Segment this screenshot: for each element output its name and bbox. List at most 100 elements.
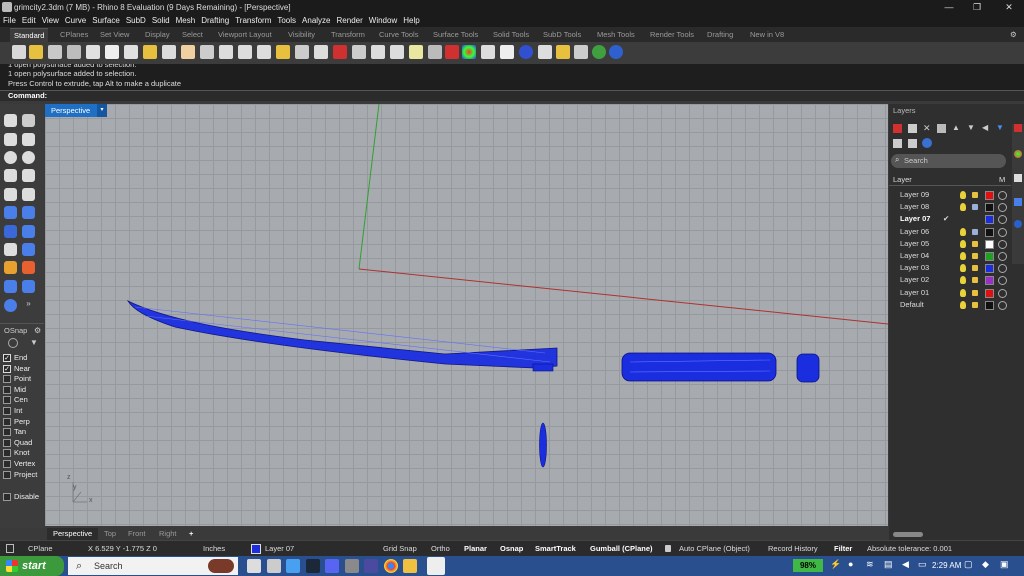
material-icon[interactable] [998,215,1007,225]
undo-icon[interactable] [162,45,176,59]
osnap-toggle-icon[interactable] [8,338,18,348]
layer-name[interactable]: Layer 06 [900,226,929,238]
zoom-icon[interactable] [219,45,233,59]
layer-name[interactable]: Layer 02 [900,274,929,286]
extrude-icon[interactable] [22,206,35,219]
tab-visibility[interactable]: Visibility [288,28,315,42]
auto-cplane-toggle[interactable]: Auto CPlane (Object) [679,543,750,555]
select-arrow-icon[interactable] [4,114,17,127]
lock-icon[interactable] [665,545,671,552]
light-bulb-icon[interactable] [960,264,966,273]
menu-surface[interactable]: Surface [89,15,123,27]
paste-icon[interactable] [143,45,157,59]
solid-icon[interactable] [22,225,35,238]
chrome-icon[interactable] [384,559,398,573]
chevron-down-icon[interactable]: ▾ [97,104,107,117]
units[interactable]: Inches [203,543,225,555]
properties-icon[interactable] [574,45,588,59]
cplane-status[interactable]: CPlane [28,543,53,555]
layer-name[interactable]: Layer 08 [900,201,929,213]
material-icon[interactable] [998,252,1007,261]
record-history-toggle[interactable]: Record History [768,543,818,555]
layer-row[interactable]: Layer 09 [891,189,1011,201]
panel-toggle-icon[interactable] [6,544,14,553]
filter-toggle[interactable]: Filter [834,543,852,555]
layer-search-input[interactable]: ⌕ Search [891,154,1006,168]
duplicate-layer-icon[interactable] [937,124,946,133]
array-icon[interactable] [22,280,35,293]
discord-alt-icon[interactable] [364,559,378,573]
panel-scrollbar[interactable] [893,532,923,537]
polyline-icon[interactable] [4,133,17,146]
layer-color-swatch[interactable] [985,191,994,200]
osnap-item-mid[interactable]: Mid [3,385,26,395]
gumball-toggle[interactable]: Gumball (CPlane) [590,543,653,555]
car-icon[interactable] [333,45,347,59]
tab-top[interactable]: Top [104,528,116,540]
material-icon[interactable] [998,191,1007,200]
tab-transform[interactable]: Transform [331,28,365,42]
material-icon[interactable] [998,276,1007,286]
checkbox[interactable] [3,438,11,447]
filter-icon[interactable]: ▼ [30,338,38,347]
current-layer-swatch[interactable] [251,544,261,554]
pan-hand-icon[interactable] [181,45,195,59]
tab-render-tools[interactable]: Render Tools [650,28,694,42]
close-button[interactable]: ✕ [994,0,1024,15]
folder-icon[interactable] [403,559,417,573]
minimize-button[interactable]: — [934,0,964,15]
osnap-disable[interactable]: Disable [3,492,39,502]
tab-perspective[interactable]: Perspective [47,528,99,540]
layer-name[interactable]: Layer 03 [900,262,929,274]
osnap-item-tan[interactable]: Tan [3,427,26,437]
menu-curve[interactable]: Curve [62,15,89,27]
help-icon[interactable] [609,45,623,59]
delete-layer-icon[interactable]: ✕ [923,123,931,134]
menu-window[interactable]: Window [366,15,400,27]
menu-tools[interactable]: Tools [274,15,299,27]
lock-icon[interactable] [972,204,978,211]
checkbox[interactable] [3,470,11,479]
layer-row[interactable]: Layer 06 [891,226,1011,238]
copy-icon[interactable] [124,45,138,59]
surface-icon[interactable] [4,206,17,219]
zoom-extents-icon[interactable] [257,45,271,59]
grid-icon[interactable] [500,45,514,59]
planar-toggle[interactable]: Planar [464,543,487,555]
menu-render[interactable]: Render [334,15,366,27]
grid-view-icon[interactable] [893,139,902,148]
tab-curve-tools[interactable]: Curve Tools [379,28,418,42]
lock-icon[interactable] [972,253,978,259]
polygon-icon[interactable] [4,188,17,201]
menu-drafting[interactable]: Drafting [198,15,232,27]
layer-color-swatch[interactable] [985,288,994,298]
lock-icon[interactable] [972,228,978,235]
layer-row[interactable]: Layer 02 [891,274,1011,286]
light-bulb-icon[interactable] [409,45,423,59]
material-tab-icon[interactable] [1014,150,1022,158]
checkbox[interactable] [3,417,11,426]
file-explorer-icon[interactable] [345,559,359,573]
layer-color-swatch[interactable] [985,239,994,249]
discord-icon[interactable] [325,559,339,573]
menu-edit[interactable]: Edit [19,15,39,27]
curve-icon[interactable] [22,133,35,146]
command-line[interactable]: Command: [0,90,1024,101]
grid-snap-toggle[interactable]: Grid Snap [383,543,417,555]
clock[interactable]: 2:29 AM [932,559,961,573]
osnap-item-perp[interactable]: Perp [3,417,30,427]
new-sublayer-icon[interactable] [908,124,917,133]
osnap-item-near[interactable]: ✓ Near [3,364,30,374]
ellipse-icon[interactable] [22,151,35,164]
tab-standard[interactable]: Standard [10,28,49,42]
layer-name[interactable]: Layer 01 [900,287,929,299]
checkbox[interactable] [3,385,11,394]
light-bulb-icon[interactable] [960,239,966,248]
menu-mesh[interactable]: Mesh [173,15,199,27]
point-icon[interactable] [22,114,35,127]
render-tab-icon[interactable] [1014,124,1022,132]
light-bulb-icon[interactable] [960,227,966,236]
mesh-icon[interactable] [4,243,17,256]
menu-file[interactable]: File [0,15,19,27]
move-down-icon[interactable]: ▼ [967,123,975,132]
